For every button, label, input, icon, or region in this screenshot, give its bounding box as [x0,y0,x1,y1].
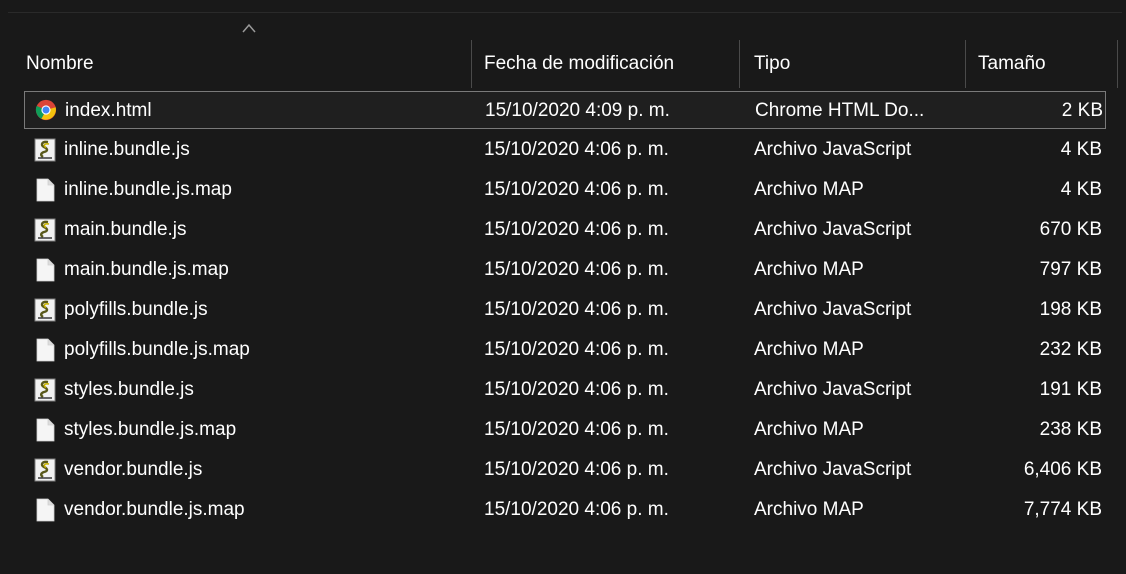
file-date: 15/10/2020 4:06 p. m. [484,259,669,280]
column-divider[interactable] [1117,40,1118,88]
file-row[interactable]: index.html 15/10/2020 4:09 p. m. Chrome HT… [24,91,1106,129]
file-size: 198 KB [1039,299,1102,320]
javascript-file-icon [34,138,56,162]
column-header-type[interactable]: Tipo [754,30,966,98]
file-name: main.bundle.js [64,219,187,240]
file-type: Archivo JavaScript [754,379,912,400]
column-header-size-label: Tamaño [978,53,1046,74]
file-date: 15/10/2020 4:06 p. m. [484,179,669,200]
file-row[interactable]: inline.bundle.js.map 15/10/2020 4:06 p. m… [24,171,1106,209]
file-size: 670 KB [1039,219,1102,240]
file-row[interactable]: main.bundle.js.map 15/10/2020 4:06 p. m. A… [24,251,1106,289]
blank-file-icon [34,418,56,442]
file-size: 232 KB [1039,339,1102,360]
file-date: 15/10/2020 4:06 p. m. [484,139,669,160]
file-row[interactable]: vendor.bundle.js 15/10/2020 4:06 p. m. Arc… [24,451,1106,489]
chrome-icon [35,99,57,123]
file-row[interactable]: main.bundle.js 15/10/2020 4:06 p. m. Archi… [24,211,1106,249]
sort-ascending-icon [242,23,256,33]
column-header-type-label: Tipo [754,53,791,74]
file-name: styles.bundle.js [64,379,194,400]
javascript-file-icon [34,298,56,322]
file-size: 4 KB [1060,139,1102,160]
file-date: 15/10/2020 4:06 p. m. [484,219,669,240]
file-type: Archivo MAP [754,259,864,280]
file-name: inline.bundle.js.map [64,179,232,200]
blank-file-icon [34,498,56,522]
column-header-row: Nombre Fecha de modificación Tipo Tamaño [8,23,1122,98]
column-header-size[interactable]: Tamaño [978,30,1118,98]
file-size: 2 KB [1061,100,1103,121]
file-type: Archivo MAP [754,339,864,360]
file-row[interactable]: polyfills.bundle.js.map 15/10/2020 4:06 p… [24,331,1106,369]
file-name: vendor.bundle.js [64,459,203,480]
file-date: 15/10/2020 4:06 p. m. [484,379,669,400]
file-size: 7,774 KB [1023,499,1102,520]
file-name: polyfills.bundle.js.map [64,339,250,360]
column-header-name[interactable]: Nombre [26,23,472,98]
blank-file-icon [34,338,56,362]
file-size: 6,406 KB [1023,459,1102,480]
javascript-file-icon [34,458,56,482]
file-type: Archivo JavaScript [754,299,912,320]
file-name: vendor.bundle.js.map [64,499,245,520]
file-date: 15/10/2020 4:06 p. m. [484,339,669,360]
file-type: Archivo MAP [754,419,864,440]
file-row[interactable]: vendor.bundle.js.map 15/10/2020 4:06 p. m… [24,491,1106,529]
file-date: 15/10/2020 4:06 p. m. [484,459,669,480]
file-name: polyfills.bundle.js [64,299,208,320]
file-date: 15/10/2020 4:06 p. m. [484,299,669,320]
column-divider[interactable] [471,40,472,88]
file-row[interactable]: styles.bundle.js 15/10/2020 4:06 p. m. Arc… [24,371,1106,409]
file-row[interactable]: polyfills.bundle.js 15/10/2020 4:06 p. m.… [24,291,1106,329]
file-explorer: Nombre Fecha de modificación Tipo Tamaño… [8,12,1122,561]
column-divider[interactable] [739,40,740,88]
file-name: index.html [65,100,152,121]
column-divider[interactable] [965,40,966,88]
blank-file-icon [34,178,56,202]
file-size: 191 KB [1039,379,1102,400]
file-type: Archivo JavaScript [754,139,912,160]
file-date: 15/10/2020 4:06 p. m. [484,499,669,520]
file-type: Chrome HTML Do... [755,100,925,121]
column-header-date-label: Fecha de modificación [484,53,675,74]
file-size: 4 KB [1060,179,1102,200]
file-date: 15/10/2020 4:06 p. m. [484,419,669,440]
file-type: Archivo MAP [754,499,864,520]
javascript-file-icon [34,218,56,242]
file-name: styles.bundle.js.map [64,419,237,440]
file-size: 797 KB [1039,259,1102,280]
file-row[interactable]: styles.bundle.js.map 15/10/2020 4:06 p. m… [24,411,1106,449]
file-name: main.bundle.js.map [64,259,229,280]
file-size: 238 KB [1039,419,1102,440]
file-name: inline.bundle.js [64,139,190,160]
blank-file-icon [34,258,56,282]
file-type: Archivo JavaScript [754,459,912,480]
file-type: Archivo JavaScript [754,219,912,240]
file-date: 15/10/2020 4:09 p. m. [485,100,670,121]
file-row[interactable]: inline.bundle.js 15/10/2020 4:06 p. m. Arc… [24,131,1106,169]
column-header-date[interactable]: Fecha de modificación [484,30,740,98]
file-type: Archivo MAP [754,179,864,200]
javascript-file-icon [34,378,56,402]
column-header-name-label: Nombre [26,53,94,74]
